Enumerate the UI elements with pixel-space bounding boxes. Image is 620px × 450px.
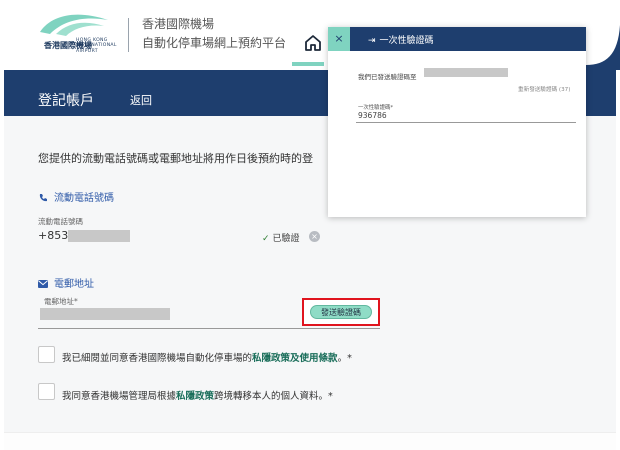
data-transfer-checkbox[interactable] xyxy=(38,383,55,400)
email-input-underline xyxy=(38,328,380,329)
mail-icon xyxy=(38,280,48,288)
privacy-terms-checkbox[interactable] xyxy=(38,346,55,363)
otp-sent-text: 我們已發送驗證碼至 xyxy=(358,73,417,81)
header-title-line1: 香港國際機場 xyxy=(142,17,215,31)
phone-prefix: +853 xyxy=(38,229,69,242)
agreement2-suffix: 跨境轉移本人的個人資料。* xyxy=(214,391,333,402)
agreement2-text: 我同意香港機場管理局根據 xyxy=(62,391,177,402)
footer-strip xyxy=(4,432,616,450)
page: 香港國際機場 HONG KONG INTERNATIONAL AIRPORT 香… xyxy=(0,0,620,450)
resend-code-link[interactable]: 重新發送驗證碼 (37) xyxy=(518,85,570,93)
email-section-title: 電郵地址 xyxy=(38,275,94,290)
privacy-policy-link[interactable]: 私隱政策 xyxy=(252,353,290,364)
intro-text: 您提供的流動電話號碼或電郵地址將用作日後預約時的登 xyxy=(38,152,313,165)
header-title-line2: 自動化停車場網上預約平台 xyxy=(142,36,287,50)
agreement1-text: 我已細閱並同意香港國際機場自動化停車場的 xyxy=(62,353,253,364)
send-code-highlight: 發送驗證碼 xyxy=(302,298,380,326)
home-icon[interactable] xyxy=(304,34,322,52)
otp-field-label: 一次性驗證碼* xyxy=(358,105,394,111)
login-arrow-icon: ⇥ xyxy=(368,36,376,46)
phone-number-redacted xyxy=(68,230,130,242)
check-icon: ✓ xyxy=(262,234,270,244)
terms-of-use-link[interactable]: 使用條款 xyxy=(300,353,338,364)
privacy-policy-link-2[interactable]: 私隱政策 xyxy=(176,391,214,402)
phone-icon xyxy=(39,194,47,202)
email-section-label: 電郵地址 xyxy=(54,279,94,290)
otp-destination-redacted xyxy=(424,68,508,77)
otp-modal-title-text: 一次性驗證碼 xyxy=(379,36,434,46)
airport-logo-icon xyxy=(40,14,108,36)
back-link[interactable]: 返回 xyxy=(130,92,152,108)
clear-icon[interactable]: × xyxy=(309,231,320,242)
otp-input[interactable]: 936786 xyxy=(358,111,387,120)
page-title: 登記帳戶 xyxy=(38,93,94,109)
send-code-button[interactable]: 發送驗證碼 xyxy=(310,305,372,319)
otp-input-underline xyxy=(356,122,576,123)
agreement1-conjunction: 及 xyxy=(290,353,300,364)
phone-section-label: 流動電話號碼 xyxy=(54,193,114,204)
verified-label: 已驗證 xyxy=(272,234,300,244)
phone-verified-status: ✓ 已驗證 xyxy=(262,231,300,244)
data-transfer-agreement: 我同意香港機場管理局根據私隱政策跨境轉移本人的個人資料。* xyxy=(62,388,333,402)
header-corner-curve xyxy=(586,25,620,70)
email-input-redacted[interactable] xyxy=(40,308,170,320)
header-divider xyxy=(128,18,129,52)
close-icon[interactable]: × xyxy=(328,27,350,51)
privacy-terms-agreement: 我已細閱並同意香港國際機場自動化停車場的私隱政策及使用條款。* xyxy=(62,350,352,364)
otp-modal: × ⇥ 一次性驗證碼 我們已發送驗證碼至 重新發送驗證碼 (37) 一次性驗證碼*… xyxy=(328,27,586,217)
email-field-label: 電郵地址* xyxy=(44,297,78,306)
phone-section-title: 流動電話號碼 xyxy=(38,189,114,204)
logo-text-en: HONG KONG INTERNATIONAL AIRPORT xyxy=(76,38,117,54)
phone-field-label: 流動電話號碼 xyxy=(38,217,83,226)
home-active-indicator xyxy=(292,62,324,66)
otp-modal-title: ⇥ 一次性驗證碼 xyxy=(368,33,434,46)
otp-modal-header: × ⇥ 一次性驗證碼 xyxy=(328,27,586,51)
agreement1-suffix: 。* xyxy=(337,353,352,364)
